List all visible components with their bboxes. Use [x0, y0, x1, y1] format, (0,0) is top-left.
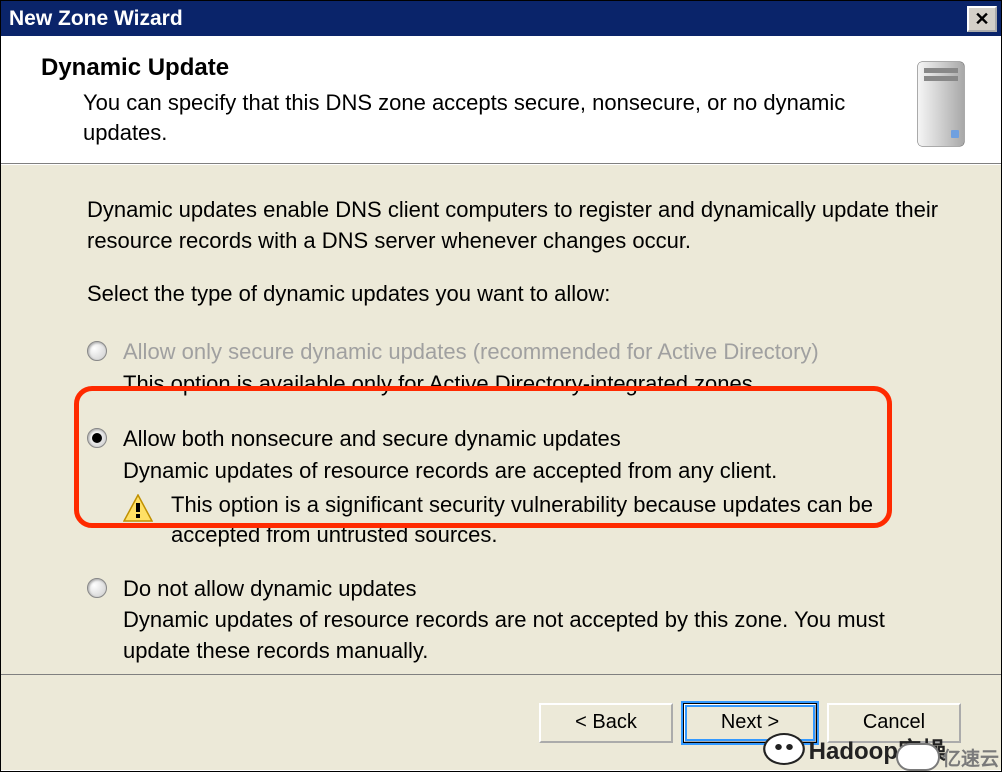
page-title: Dynamic Update	[41, 54, 891, 82]
radio-both[interactable]	[87, 428, 107, 448]
window-title: New Zone Wizard	[9, 7, 183, 31]
page-subtitle: You can specify that this DNS zone accep…	[41, 88, 891, 147]
header-text-block: Dynamic Update You can specify that this…	[41, 54, 891, 147]
option-both-warning-text: This option is a significant security vu…	[171, 490, 951, 549]
wizard-body: Dynamic updates enable DNS client comput…	[1, 164, 1001, 674]
watermark-yisu-text: 亿速云	[942, 744, 999, 771]
select-prompt: Select the type of dynamic updates you w…	[87, 279, 951, 310]
option-both[interactable]: Allow both nonsecure and secure dynamic …	[87, 424, 951, 550]
server-icon	[901, 54, 981, 154]
option-none-label: Do not allow dynamic updates	[123, 574, 951, 604]
option-both-label: Allow both nonsecure and secure dynamic …	[123, 424, 951, 454]
radio-none[interactable]	[87, 578, 107, 598]
option-secure-only: Allow only secure dynamic updates (recom…	[87, 337, 951, 399]
cloud-icon	[896, 743, 940, 771]
option-secure-only-desc: This option is available only for Active…	[123, 369, 951, 400]
close-icon: ✕	[974, 10, 989, 28]
wizard-header: Dynamic Update You can specify that this…	[1, 36, 1001, 164]
intro-text: Dynamic updates enable DNS client comput…	[87, 195, 951, 257]
option-none[interactable]: Do not allow dynamic updates Dynamic upd…	[87, 574, 951, 667]
option-both-warning-row: This option is a significant security vu…	[123, 490, 951, 549]
titlebar: New Zone Wizard ✕	[1, 1, 1001, 36]
option-both-desc: Dynamic updates of resource records are …	[123, 456, 951, 487]
close-button[interactable]: ✕	[967, 6, 997, 32]
wechat-icon	[763, 733, 805, 765]
radio-secure-only	[87, 341, 107, 361]
warning-icon	[123, 494, 153, 522]
back-button[interactable]: < Back	[539, 703, 673, 743]
watermark-yisu: 亿速云	[896, 743, 999, 771]
option-secure-only-label: Allow only secure dynamic updates (recom…	[123, 337, 951, 367]
option-none-desc: Dynamic updates of resource records are …	[123, 605, 951, 667]
